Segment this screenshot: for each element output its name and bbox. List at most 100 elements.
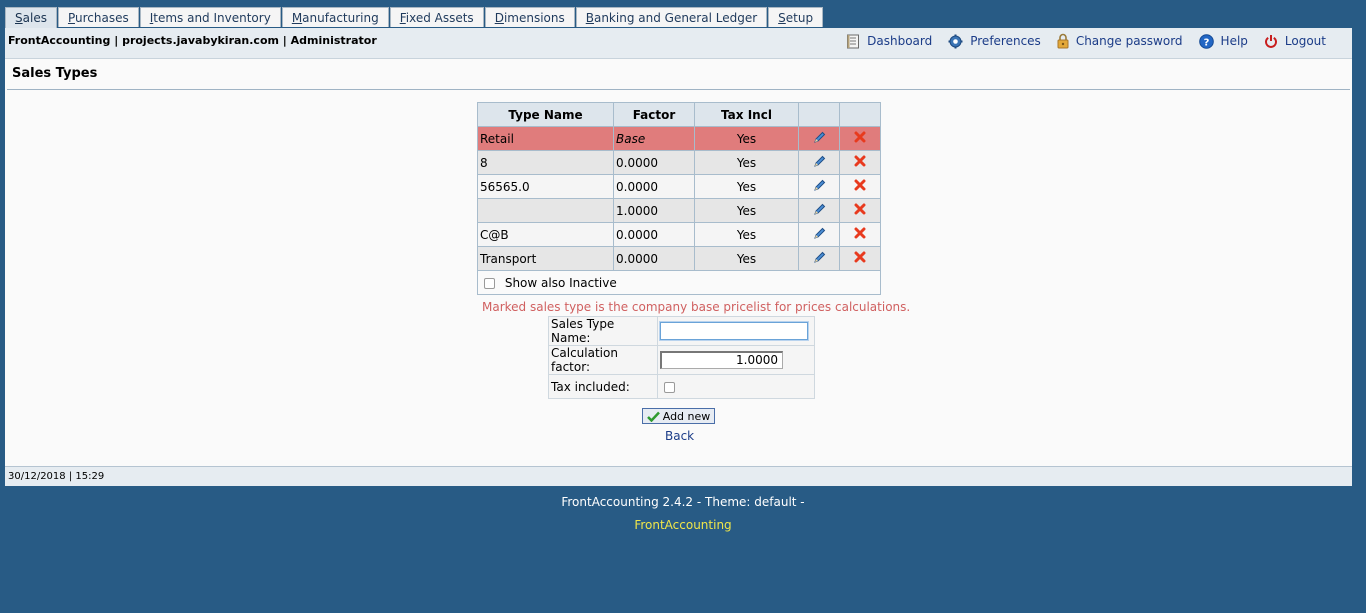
type-name-cell: 56565.0: [477, 174, 614, 199]
delete-icon: [854, 203, 866, 215]
checkmark-icon: [646, 411, 660, 422]
tax-incl-cell: Yes: [694, 126, 799, 151]
pencil-icon: [813, 251, 825, 263]
col-delete: [839, 102, 881, 127]
factor-cell: 0.0000: [613, 222, 695, 247]
main-panel: FrontAccounting | projects.javabykiran.c…: [5, 28, 1352, 486]
form-row: Tax included:: [548, 374, 815, 399]
svg-text:?: ?: [1203, 37, 1209, 48]
dashboard-icon: [847, 34, 860, 48]
change-password-label: Change password: [1075, 34, 1183, 48]
tab-manufacturing-accesskey: M: [291, 11, 303, 25]
edit-button[interactable]: [798, 198, 840, 223]
tax-incl-cell: Yes: [694, 222, 799, 247]
edit-button[interactable]: [798, 150, 840, 175]
tab-dimensions-label: imensions: [503, 11, 565, 25]
tab-dimensions[interactable]: Dimensions: [484, 7, 575, 27]
form-row: Calculation factor: 1.0000: [548, 345, 815, 375]
factor-cell: 0.0000: [613, 246, 695, 271]
tab-fixed-assets[interactable]: Fixed Assets: [389, 7, 484, 27]
table-row: Retail Base Yes: [477, 126, 881, 151]
pencil-icon: [813, 203, 825, 215]
delete-button[interactable]: [839, 222, 881, 247]
add-new-label: Add new: [662, 409, 711, 423]
status-bar: 30/12/2018 | 15:29: [5, 466, 1352, 486]
tax-incl-cell: Yes: [694, 246, 799, 271]
base-pricelist-note: Marked sales type is the company base pr…: [482, 300, 911, 314]
pencil-icon: [813, 131, 825, 143]
delete-button[interactable]: [839, 174, 881, 199]
type-name-cell: C@B: [477, 222, 614, 247]
tax-incl-cell: Yes: [694, 150, 799, 175]
table-row: Transport 0.0000 Yes: [477, 246, 881, 271]
dashboard-link[interactable]: Dashboard: [846, 33, 932, 49]
footer-link[interactable]: FrontAccounting: [0, 518, 1366, 532]
top-links: Dashboard Preferences Change password ? …: [830, 33, 1326, 49]
help-link[interactable]: ? Help: [1198, 33, 1248, 49]
footer-version: FrontAccounting 2.4.2 - Theme: default -: [561, 495, 805, 509]
module-tabs: Sales Purchases Items and Inventory Manu…: [5, 7, 824, 29]
table-row: C@B 0.0000 Yes: [477, 222, 881, 247]
delete-icon: [854, 179, 866, 191]
add-new-button[interactable]: Add new: [642, 408, 715, 424]
show-inactive-label: Show also Inactive: [504, 275, 617, 290]
delete-icon: [854, 227, 866, 239]
tax-incl-cell: Yes: [694, 174, 799, 199]
preferences-link[interactable]: Preferences: [948, 33, 1041, 49]
logout-link[interactable]: Logout: [1264, 33, 1326, 49]
calculation-factor-cell: 1.0000: [657, 345, 815, 375]
tab-sales[interactable]: Sales: [5, 7, 57, 29]
factor-cell: Base: [613, 126, 695, 151]
table-row: 1.0000 Yes: [477, 198, 881, 223]
calculation-factor-input[interactable]: 1.0000: [660, 351, 783, 369]
dashboard-label: Dashboard: [867, 34, 933, 48]
edit-button[interactable]: [798, 246, 840, 271]
factor-cell: 1.0000: [613, 198, 695, 223]
tab-setup[interactable]: Setup: [768, 7, 824, 27]
col-edit: [798, 102, 840, 127]
tab-banking-label: anking and General Ledger: [593, 11, 758, 25]
tab-manufacturing-label: anufacturing: [302, 11, 379, 25]
tab-dimensions-accesskey: D: [494, 11, 504, 25]
edit-button[interactable]: [798, 126, 840, 151]
tax-included-label: Tax included:: [548, 374, 658, 399]
delete-button[interactable]: [839, 150, 881, 175]
form-row: Sales Type Name:: [548, 316, 815, 346]
factor-cell: 0.0000: [613, 174, 695, 199]
tab-manufacturing[interactable]: Manufacturing: [281, 7, 389, 27]
delete-button[interactable]: [839, 246, 881, 271]
tax-incl-cell: Yes: [694, 198, 799, 223]
tab-banking-gl[interactable]: Banking and General Ledger: [575, 7, 768, 27]
help-label: Help: [1220, 34, 1248, 48]
change-password-link[interactable]: Change password: [1057, 33, 1183, 49]
sales-types-table: Type Name Factor Tax Incl Retail Base Ye…: [477, 102, 881, 295]
edit-button[interactable]: [798, 222, 840, 247]
show-inactive-checkbox[interactable]: [484, 277, 495, 289]
tab-banking-accesskey: B: [585, 11, 594, 25]
type-name-cell: Retail: [477, 126, 614, 151]
calculation-factor-label: Calculation factor:: [548, 345, 658, 375]
page-title: Sales Types: [12, 66, 98, 81]
preferences-label: Preferences: [970, 34, 1041, 48]
tab-sales-accesskey: S: [15, 11, 23, 25]
tab-purchases[interactable]: Purchases: [57, 7, 139, 27]
sales-type-form: Sales Type Name: Calculation factor: 1.0…: [548, 316, 815, 399]
sales-type-name-input[interactable]: [659, 321, 809, 341]
power-icon: [1264, 34, 1277, 48]
table-row: 8 0.0000 Yes: [477, 150, 881, 175]
table-header-row: Type Name Factor Tax Incl: [477, 102, 881, 127]
status-datetime: 30/12/2018 | 15:29: [8, 471, 105, 482]
tax-included-cell: [657, 374, 815, 399]
delete-button[interactable]: [839, 198, 881, 223]
pencil-icon: [813, 227, 825, 239]
tab-items-inventory[interactable]: Items and Inventory: [139, 7, 281, 27]
delete-button[interactable]: [839, 126, 881, 151]
back-link[interactable]: Back: [665, 429, 694, 443]
tax-included-checkbox[interactable]: [664, 381, 675, 393]
tab-fixed-assets-label: ixed Assets: [405, 11, 474, 25]
col-factor: Factor: [613, 102, 695, 127]
gear-icon: [948, 34, 963, 48]
delete-icon: [854, 155, 866, 167]
edit-button[interactable]: [798, 174, 840, 199]
col-tax-incl: Tax Incl: [694, 102, 799, 127]
